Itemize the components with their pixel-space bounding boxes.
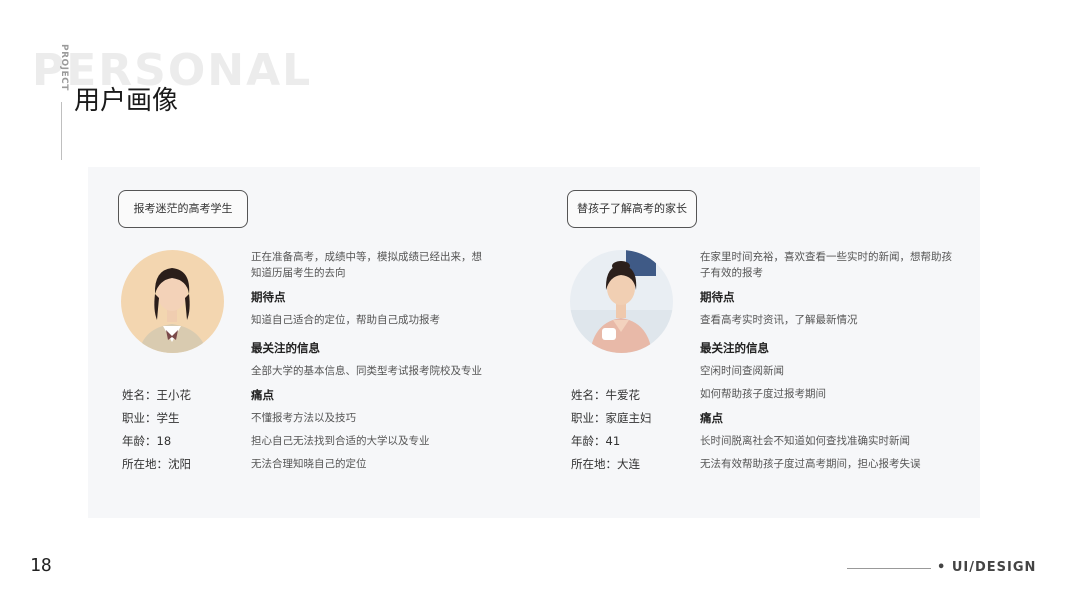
persona-2-age: 年龄：41 [571,434,621,448]
persona-2-focus-item: 如何帮助孩子度过报考期间 [700,388,826,400]
persona-2-focus-heading: 最关注的信息 [700,341,769,355]
persona-2-avatar [570,250,673,353]
persona-panel: 报考迷茫的高考学生 姓名：王小花 职业：学生 年龄：18 所在地：沈阳 正在准备… [88,167,980,518]
persona-1-tag: 报考迷茫的高考学生 [118,190,248,228]
persona-2-location: 所在地：大连 [571,457,640,471]
page-title: 用户画像 [74,86,179,116]
footer-brand: • UI/DESIGN [937,560,1037,575]
footer-divider [847,568,931,569]
persona-2-intro: 在家里时间充裕，喜欢查看一些实时的新闻，想帮助孩子有效的报考 [700,251,952,279]
persona-1-pain-item: 无法合理知晓自己的定位 [251,458,367,470]
persona-1-expect-heading: 期待点 [251,290,286,304]
persona-1-pain-item: 担心自己无法找到合适的大学以及专业 [251,435,430,447]
persona-1-location: 所在地：沈阳 [122,457,191,471]
persona-2-tag: 替孩子了解高考的家长 [567,190,697,228]
vertical-project-label: PROJECT [59,44,69,91]
page-number: 18 [30,555,52,576]
persona-1-name: 姓名：王小花 [122,388,191,402]
persona-1-focus-text: 全部大学的基本信息、同类型考试报考院校及专业 [251,365,482,377]
persona-1-pain-heading: 痛点 [251,388,274,402]
persona-1-pain-item: 不懂报考方法以及技巧 [251,412,356,424]
persona-1-avatar [121,250,224,353]
persona-2-pain-item: 无法有效帮助孩子度过高考期间，担心报考失误 [700,458,921,470]
persona-1-age: 年龄：18 [122,434,172,448]
persona-1-job: 职业：学生 [122,411,180,425]
persona-2-pain-item: 长时间脱离社会不知道如何查找准确实时新闻 [700,435,910,447]
header-divider [61,102,62,160]
persona-1-focus-heading: 最关注的信息 [251,341,320,355]
persona-1-expect-text: 知道自己适合的定位，帮助自己成功报考 [251,314,440,326]
persona-2-job: 职业：家庭主妇 [571,411,652,425]
persona-2-name: 姓名：牛爱花 [571,388,640,402]
persona-2-expect-heading: 期待点 [700,290,735,304]
persona-2-expect-text: 查看高考实时资讯，了解最新情况 [700,314,858,326]
persona-2-pain-heading: 痛点 [700,411,723,425]
persona-2-focus-item: 空闲时间查阅新闻 [700,365,784,377]
persona-1-intro: 正在准备高考，成绩中等，模拟成绩已经出来，想知道历届考生的去向 [251,251,482,279]
